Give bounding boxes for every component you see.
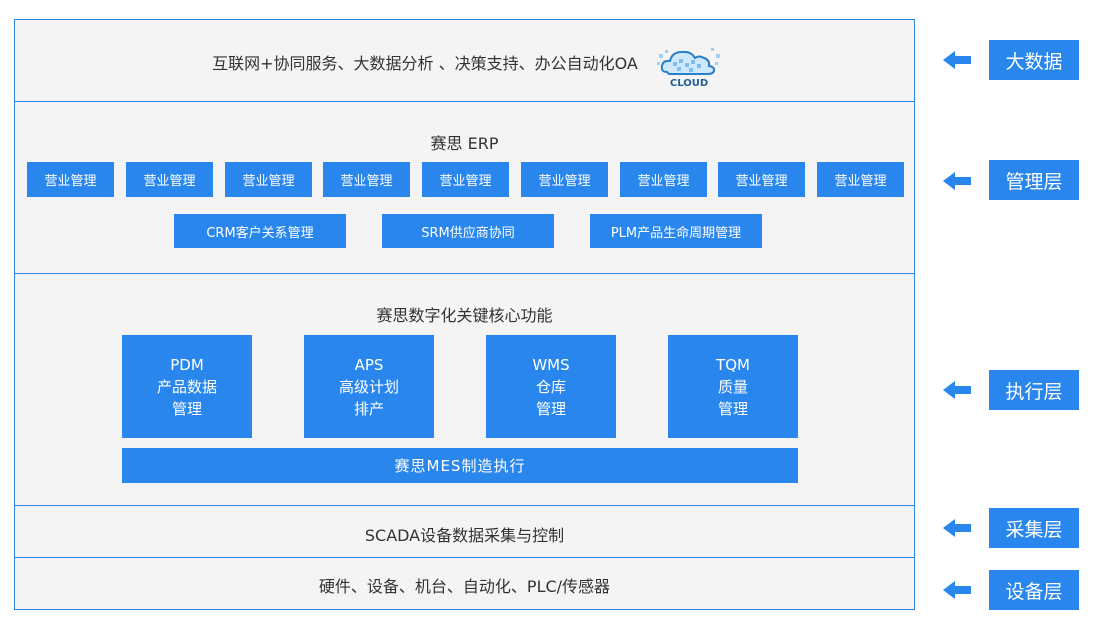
- core-function-tqm[interactable]: TQM 质量 管理: [668, 335, 798, 438]
- side-label-bigdata: 大数据: [989, 40, 1079, 80]
- erp-module-6[interactable]: 营业管理: [521, 162, 608, 197]
- erp-module-3[interactable]: 营业管理: [225, 162, 312, 197]
- device-text: 硬件、设备、机台、自动化、PLC/传感器: [318, 577, 611, 596]
- arrow-left-icon: [943, 381, 971, 399]
- erp-module-5[interactable]: 营业管理: [422, 162, 509, 197]
- function-line2: 管理: [535, 399, 566, 418]
- side-label-collection: 采集层: [989, 508, 1079, 548]
- cloud-label: CLOUD: [670, 78, 708, 88]
- erp-module-9[interactable]: 营业管理: [817, 162, 904, 197]
- erp-module-1[interactable]: 营业管理: [27, 162, 114, 197]
- erp-module-7[interactable]: 营业管理: [620, 162, 707, 197]
- core-function-wms[interactable]: WMS 仓库 管理: [486, 335, 616, 438]
- side-label-execution: 执行层: [989, 370, 1079, 410]
- function-line1: 产品数据: [156, 377, 217, 396]
- side-label-management: 管理层: [989, 160, 1079, 200]
- architecture-frame: 互联网+协同服务、大数据分析 、决策支持、办公自动化OA CLOUD 赛思 ER…: [14, 19, 915, 610]
- side-label-device: 设备层: [989, 570, 1079, 610]
- srm-module[interactable]: SRM供应商协同: [382, 214, 554, 248]
- cloud-icon: CLOUD: [653, 40, 725, 89]
- erp-module-4[interactable]: 营业管理: [323, 162, 410, 197]
- function-code: TQM: [716, 355, 750, 374]
- erp-module-8[interactable]: 营业管理: [718, 162, 805, 197]
- arrow-left-icon: [943, 172, 971, 190]
- plm-module[interactable]: PLM产品生命周期管理: [590, 214, 762, 248]
- erp-module-2[interactable]: 营业管理: [126, 162, 213, 197]
- bigdata-layer: 互联网+协同服务、大数据分析 、决策支持、办公自动化OA: [15, 20, 914, 102]
- core-function-aps[interactable]: APS 高级计划 排产: [304, 335, 434, 438]
- function-line2: 管理: [717, 399, 748, 418]
- arrow-left-icon: [943, 581, 971, 599]
- scada-layer: SCADA设备数据采集与控制: [15, 506, 914, 558]
- scada-text: SCADA设备数据采集与控制: [364, 526, 565, 545]
- function-line1: 仓库: [535, 377, 566, 396]
- erp-title: 赛思 ERP: [430, 134, 499, 153]
- function-code: WMS: [532, 355, 570, 374]
- function-line1: 高级计划: [338, 377, 399, 396]
- function-line1: 质量: [717, 377, 748, 396]
- device-layer: 硬件、设备、机台、自动化、PLC/传感器: [15, 558, 914, 609]
- crm-module[interactable]: CRM客户关系管理: [174, 214, 346, 248]
- function-line2: 管理: [171, 399, 202, 418]
- function-code: PDM: [170, 355, 204, 374]
- arrow-left-icon: [943, 51, 971, 69]
- core-function-pdm[interactable]: PDM 产品数据 管理: [122, 335, 252, 438]
- core-title: 赛思数字化关键核心功能: [376, 306, 553, 325]
- mes-bar[interactable]: 赛思MES制造执行: [122, 448, 798, 483]
- arrow-left-icon: [943, 519, 971, 537]
- function-code: APS: [354, 355, 384, 374]
- function-line2: 排产: [353, 399, 384, 418]
